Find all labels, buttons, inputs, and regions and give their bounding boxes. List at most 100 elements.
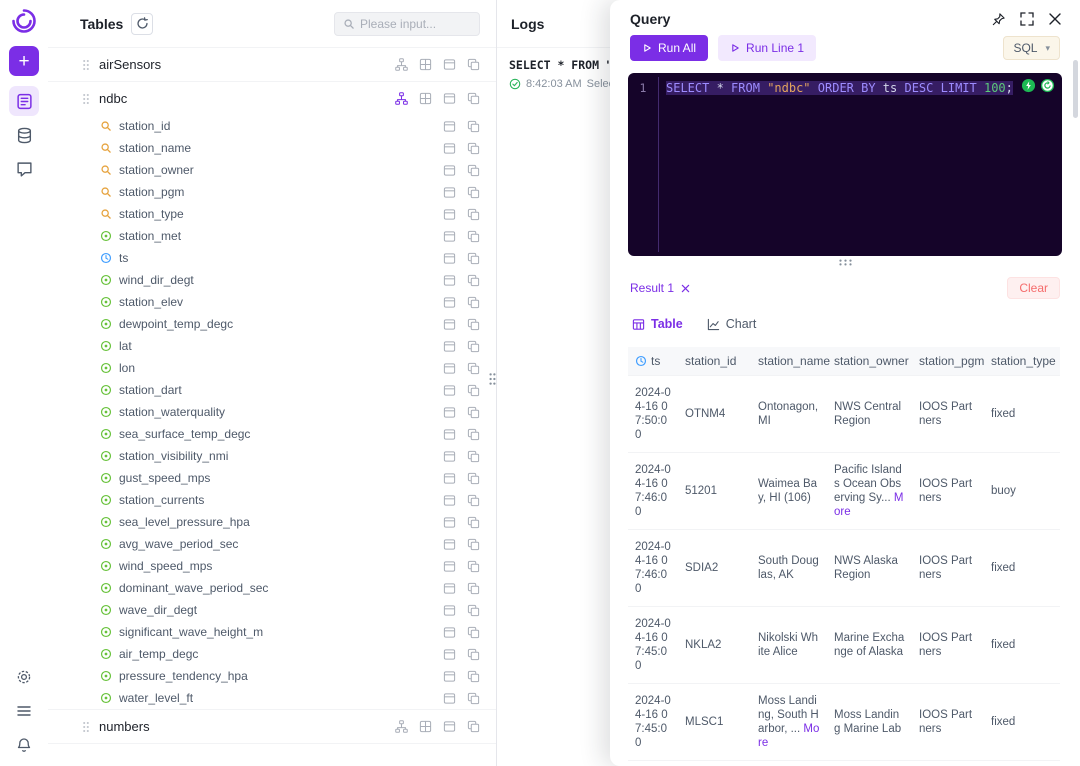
close-result-icon[interactable] (681, 284, 690, 293)
notifications-bell-icon[interactable] (9, 730, 39, 760)
copy-name-icon[interactable] (467, 648, 480, 661)
column-header-station_pgm[interactable]: station_pgm (912, 347, 984, 376)
copy-name-icon[interactable] (467, 472, 480, 485)
open-in-query-icon[interactable] (395, 58, 408, 71)
sql-editor[interactable]: 1 SELECT * FROM "ndbc" ORDER BY ts DESC … (628, 73, 1062, 256)
drag-handle-icon[interactable] (82, 721, 90, 733)
insert-field-icon[interactable] (443, 252, 456, 265)
copy-name-icon[interactable] (467, 208, 480, 221)
app-logo-icon[interactable] (11, 8, 37, 34)
field-row-station_currents[interactable]: station_currents (48, 489, 496, 511)
copy-name-icon[interactable] (467, 720, 480, 733)
table-row-numbers[interactable]: numbers (48, 710, 496, 743)
field-row-wind_dir_degt[interactable]: wind_dir_degt (48, 269, 496, 291)
copy-name-icon[interactable] (467, 252, 480, 265)
editor-plugin-icon[interactable] (1021, 78, 1036, 93)
field-row-ts[interactable]: ts (48, 247, 496, 269)
insert-field-icon[interactable] (443, 516, 456, 529)
insert-table-icon[interactable] (443, 720, 456, 733)
field-row-station_name[interactable]: station_name (48, 137, 496, 159)
copy-name-icon[interactable] (467, 142, 480, 155)
field-row-water_level_ft[interactable]: water_level_ft (48, 687, 496, 709)
field-row-sea_level_pressure_hpa[interactable]: sea_level_pressure_hpa (48, 511, 496, 533)
insert-field-icon[interactable] (443, 670, 456, 683)
field-row-station_dart[interactable]: station_dart (48, 379, 496, 401)
field-row-station_pgm[interactable]: station_pgm (48, 181, 496, 203)
field-row-gust_speed_mps[interactable]: gust_speed_mps (48, 467, 496, 489)
tab-table[interactable]: Table (632, 317, 683, 331)
nav-datasources-icon[interactable] (9, 120, 39, 150)
copy-name-icon[interactable] (467, 692, 480, 705)
field-row-sea_surface_temp_degc[interactable]: sea_surface_temp_degc (48, 423, 496, 445)
insert-field-icon[interactable] (443, 626, 456, 639)
insert-field-icon[interactable] (443, 472, 456, 485)
insert-field-icon[interactable] (443, 384, 456, 397)
field-row-air_temp_degc[interactable]: air_temp_degc (48, 643, 496, 665)
column-header-station_owner[interactable]: station_owner (827, 347, 912, 376)
add-button[interactable]: + (9, 46, 39, 76)
field-row-station_met[interactable]: station_met (48, 225, 496, 247)
editor-sync-icon[interactable] (1040, 78, 1055, 93)
insert-field-icon[interactable] (443, 186, 456, 199)
field-row-dominant_wave_period_sec[interactable]: dominant_wave_period_sec (48, 577, 496, 599)
insert-field-icon[interactable] (443, 406, 456, 419)
copy-name-icon[interactable] (467, 58, 480, 71)
refresh-tables-button[interactable] (131, 13, 153, 35)
settings-gear-icon[interactable] (9, 662, 39, 692)
insert-field-icon[interactable] (443, 450, 456, 463)
panel-resize-handle[interactable] (488, 372, 497, 386)
copy-name-icon[interactable] (467, 516, 480, 529)
copy-name-icon[interactable] (467, 318, 480, 331)
open-in-query-icon[interactable] (395, 92, 408, 105)
field-row-wind_speed_mps[interactable]: wind_speed_mps (48, 555, 496, 577)
insert-field-icon[interactable] (443, 538, 456, 551)
preview-data-icon[interactable] (419, 720, 432, 733)
field-row-station_elev[interactable]: station_elev (48, 291, 496, 313)
more-link[interactable]: More (758, 723, 819, 749)
editor-resize-handle[interactable] (610, 256, 1080, 269)
insert-field-icon[interactable] (443, 318, 456, 331)
insert-field-icon[interactable] (443, 582, 456, 595)
table-row-airSensors[interactable]: airSensors (48, 48, 496, 81)
insert-table-icon[interactable] (443, 58, 456, 71)
clear-button[interactable]: Clear (1007, 277, 1060, 299)
column-header-station_type[interactable]: station_type (984, 347, 1060, 376)
copy-name-icon[interactable] (467, 406, 480, 419)
copy-name-icon[interactable] (467, 604, 480, 617)
language-select[interactable]: SQL ▾ (1003, 36, 1060, 60)
copy-name-icon[interactable] (467, 494, 480, 507)
field-row-station_waterquality[interactable]: station_waterquality (48, 401, 496, 423)
copy-name-icon[interactable] (467, 560, 480, 573)
table-row-ndbc[interactable]: ndbc (48, 82, 496, 115)
editor-line-1[interactable]: 1 SELECT * FROM "ndbc" ORDER BY ts DESC … (628, 78, 1062, 97)
copy-name-icon[interactable] (467, 120, 480, 133)
run-line-button[interactable]: Run Line 1 (718, 35, 816, 61)
insert-field-icon[interactable] (443, 648, 456, 661)
insert-field-icon[interactable] (443, 560, 456, 573)
copy-name-icon[interactable] (467, 538, 480, 551)
drag-handle-icon[interactable] (82, 59, 90, 71)
preview-data-icon[interactable] (419, 92, 432, 105)
insert-field-icon[interactable] (443, 340, 456, 353)
field-row-station_visibility_nmi[interactable]: station_visibility_nmi (48, 445, 496, 467)
copy-name-icon[interactable] (467, 164, 480, 177)
field-row-dewpoint_temp_degc[interactable]: dewpoint_temp_degc (48, 313, 496, 335)
expand-icon[interactable] (1020, 12, 1034, 27)
table-search[interactable] (334, 12, 480, 36)
insert-table-icon[interactable] (443, 92, 456, 105)
table-search-input[interactable] (360, 17, 471, 31)
field-row-significant_wave_height_m[interactable]: significant_wave_height_m (48, 621, 496, 643)
copy-name-icon[interactable] (467, 296, 480, 309)
scrollbar-thumb[interactable] (1073, 60, 1078, 118)
close-icon[interactable] (1048, 12, 1062, 27)
menu-icon[interactable] (9, 696, 39, 726)
insert-field-icon[interactable] (443, 274, 456, 287)
copy-name-icon[interactable] (467, 670, 480, 683)
field-row-station_owner[interactable]: station_owner (48, 159, 496, 181)
insert-field-icon[interactable] (443, 428, 456, 441)
drag-handle-icon[interactable] (82, 93, 90, 105)
nav-chat-icon[interactable] (9, 154, 39, 184)
insert-field-icon[interactable] (443, 494, 456, 507)
run-all-button[interactable]: Run All (630, 35, 708, 61)
field-row-lat[interactable]: lat (48, 335, 496, 357)
